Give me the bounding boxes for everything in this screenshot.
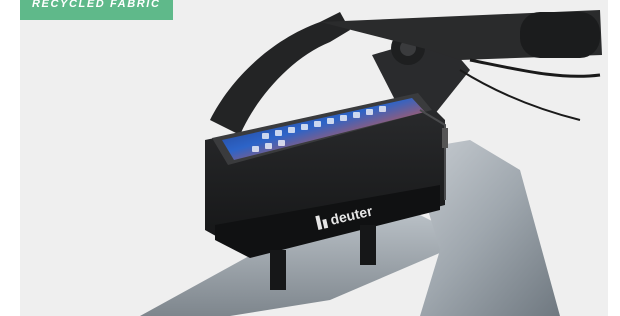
recycled-fabric-badge: RECYCLED FABRIC <box>20 0 173 20</box>
grip-right <box>520 12 600 58</box>
product-image-card[interactable]: deuter <box>20 0 608 316</box>
badge-label: RECYCLED FABRIC <box>32 0 161 10</box>
strap-right <box>360 225 376 265</box>
bike-top-tube-bag-photo: deuter <box>140 10 602 316</box>
strap-left <box>270 250 286 290</box>
zipper-pull <box>442 128 448 148</box>
